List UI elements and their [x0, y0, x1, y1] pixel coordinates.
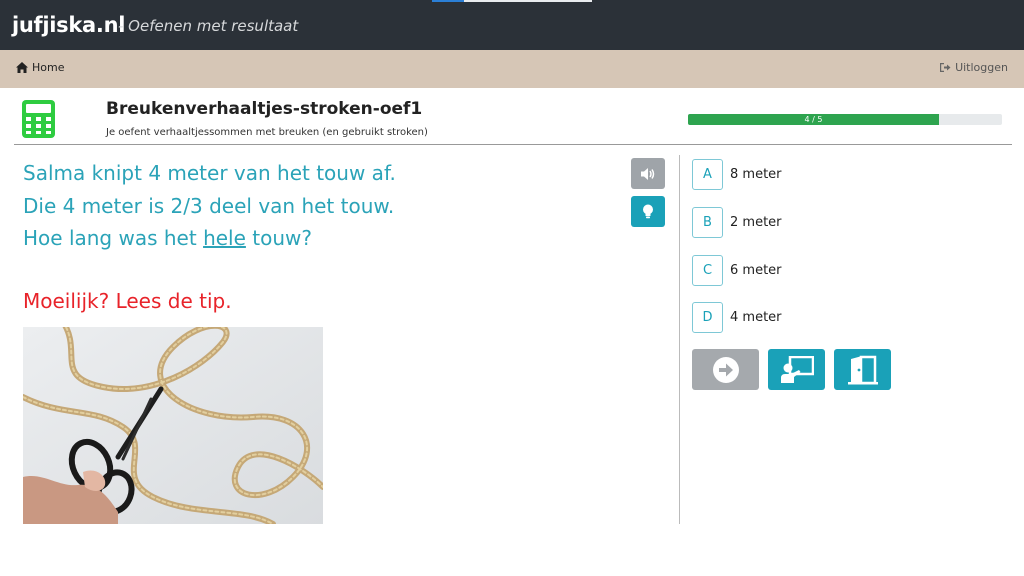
door-exit-icon — [847, 355, 878, 384]
logout-link[interactable]: Uitloggen — [939, 61, 1008, 74]
tip-hint: Moeilijk? Lees de tip. — [23, 289, 232, 313]
volume-icon — [641, 167, 655, 180]
scissors-rope-illustration — [23, 327, 323, 524]
home-link[interactable]: Home — [16, 61, 64, 74]
top-bar: jufjiska.nl - Oefenen met resultaat — [0, 0, 1024, 50]
nav-bar: Home Uitloggen — [0, 50, 1024, 88]
lightbulb-icon — [643, 204, 653, 219]
calculator-icon — [22, 100, 55, 138]
tip-button[interactable] — [631, 196, 665, 227]
loading-indicator — [432, 0, 592, 2]
arrow-right-circle-icon — [712, 356, 739, 383]
question-line-3: Hoe lang was het hele touw? — [23, 226, 312, 250]
question-line-3-end: touw? — [245, 226, 312, 250]
question-line-2: Die 4 meter is 2/3 deel van het touw. — [23, 194, 395, 218]
home-icon — [16, 62, 28, 73]
progress-bar: 4 / 5 — [688, 114, 1002, 125]
next-button[interactable] — [692, 349, 759, 390]
divider — [14, 144, 1012, 145]
answer-letter: A — [692, 159, 723, 190]
answer-option-c[interactable]: C 6 meter — [692, 255, 782, 286]
answer-text: 8 meter — [730, 167, 782, 182]
question-emphasis: hele — [203, 226, 246, 250]
question-line-3-start: Hoe lang was het — [23, 226, 204, 250]
answer-letter: C — [692, 255, 723, 286]
answer-option-b[interactable]: B 2 meter — [692, 207, 782, 238]
instruction-board-button[interactable] — [768, 349, 825, 390]
progress-label: 4 / 5 — [804, 115, 823, 124]
page-title: Breukenverhaaltjes-stroken-oef1 — [106, 99, 423, 119]
answer-option-d[interactable]: D 4 meter — [692, 302, 782, 333]
question-line-1: Salma knipt 4 meter van het touw af. — [23, 161, 396, 185]
teacher-board-icon — [780, 355, 814, 383]
answer-text: 2 meter — [730, 215, 782, 230]
vertical-divider — [679, 155, 680, 524]
answer-letter: B — [692, 207, 723, 238]
answer-text: 6 meter — [730, 263, 782, 278]
sign-out-icon — [940, 63, 951, 72]
question-image — [23, 327, 323, 524]
page-subtitle: Je oefent verhaaltjessommen met breuken … — [106, 127, 428, 138]
answer-letter: D — [692, 302, 723, 333]
brand-logo[interactable]: jufjiska.nl — [12, 13, 125, 37]
brand-tagline: - Oefenen met resultaat — [118, 17, 299, 35]
logout-label: Uitloggen — [955, 61, 1008, 74]
home-label: Home — [32, 61, 65, 74]
exit-button[interactable] — [834, 349, 891, 390]
answer-option-a[interactable]: A 8 meter — [692, 159, 782, 190]
read-aloud-button[interactable] — [631, 158, 665, 189]
answer-text: 4 meter — [730, 310, 782, 325]
